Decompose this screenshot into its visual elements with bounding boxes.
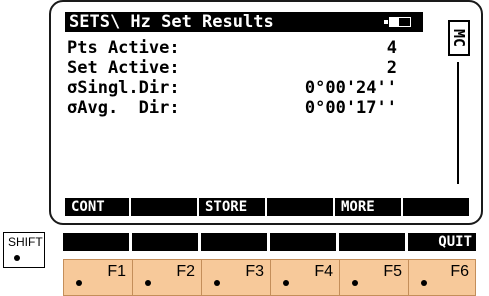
function-key-f4[interactable]: F4 [270,259,340,296]
row-sigma-single-dir: σSingl.Dir: 0°00'24'' [67,78,397,98]
key-dot-icon [214,280,220,286]
key-dot-icon [76,280,82,286]
mc-label: MC [450,28,468,48]
function-key-f2[interactable]: F2 [132,259,202,296]
mc-indicator: MC [448,20,470,56]
shift-softkey-2[interactable] [132,233,198,251]
key-dot-icon [352,280,358,286]
softkey-more[interactable]: MORE [335,198,401,216]
row-label: σAvg. Dir: [67,98,180,118]
shift-softkey-quit[interactable]: QUIT [408,233,476,251]
row-set-active: Set Active: 2 [67,58,397,78]
function-key-f3[interactable]: F3 [201,259,271,296]
scroll-divider [457,62,459,184]
key-dot-icon [145,280,151,286]
shift-label: SHIFT [8,235,43,249]
led-icon [14,255,20,261]
shift-softkey-4[interactable] [270,233,336,251]
row-value: 4 [386,38,397,58]
shift-softkey-3[interactable] [201,233,267,251]
row-label: Pts Active: [67,38,180,58]
function-key-label: F6 [450,263,469,280]
softkey-bar: CONT STORE MORE [65,198,469,216]
shift-softkey-1[interactable] [63,233,129,251]
softkey-empty-4[interactable] [267,198,333,216]
function-key-label: F5 [383,263,402,280]
softkey-empty-2[interactable] [131,198,197,216]
function-key-f5[interactable]: F5 [339,259,409,296]
row-label: σSingl.Dir: [67,78,180,98]
battery-icon [383,12,423,32]
row-sigma-avg-dir: σAvg. Dir: 0°00'17'' [67,98,397,118]
function-key-f6[interactable]: F6 [408,259,476,296]
screen-title: SETS\ Hz Set Results [65,12,383,32]
shift-key[interactable]: SHIFT [3,232,45,268]
function-key-label: F3 [245,263,264,280]
softkey-cont[interactable]: CONT [65,198,129,216]
key-dot-icon [283,280,289,286]
softkey-store[interactable]: STORE [199,198,265,216]
row-label: Set Active: [67,58,180,78]
shift-softkey-5[interactable] [339,233,405,251]
function-key-f1[interactable]: F1 [63,259,133,296]
row-value: 0°00'17'' [304,98,397,118]
row-pts-active: Pts Active: 4 [67,38,397,58]
function-key-label: F2 [176,263,195,280]
instrument-display: SETS\ Hz Set Results MC Pts Active: 4 Se… [49,0,483,225]
softkey-empty-6[interactable] [403,198,469,216]
function-key-label: F4 [314,263,333,280]
row-value: 0°00'24'' [304,78,397,98]
key-dot-icon [421,280,427,286]
function-key-label: F1 [107,263,126,280]
row-value: 2 [386,58,397,78]
